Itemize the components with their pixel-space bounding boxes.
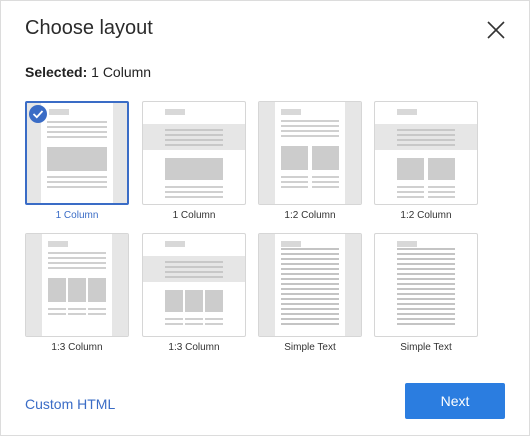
close-icon[interactable] [485,19,507,41]
layout-thumbnail[interactable] [374,101,478,205]
layout-label: Simple Text [400,342,452,353]
layout-tile-1-3-column-banded[interactable]: 1:3 Column [142,233,246,353]
layout-label: 1 Column [172,210,216,221]
layout-label: 1:2 Column [284,210,336,221]
layout-thumbnail[interactable] [25,233,129,337]
layout-label: Simple Text [284,342,336,353]
layout-thumbnail[interactable] [142,233,246,337]
choose-layout-dialog: Choose layout Selected: 1 Column 1 Colum… [0,0,530,436]
custom-html-link[interactable]: Custom HTML [25,396,115,412]
layout-tile-1-2-column-banded[interactable]: 1:2 Column [374,101,478,221]
next-button[interactable]: Next [405,383,505,419]
selected-label: Selected: [25,64,88,80]
layout-label: 1:3 Column [168,342,220,353]
layout-label: 1 Column [55,210,99,221]
layout-tile-1-2-column[interactable]: 1:2 Column [258,101,362,221]
layout-thumbnail[interactable] [258,233,362,337]
layout-tile-1-column-banded[interactable]: 1 Column [142,101,246,221]
layout-thumbnail[interactable] [374,233,478,337]
layout-thumbnail[interactable] [142,101,246,205]
dialog-title: Choose layout [25,17,153,39]
layout-tile-simple-text[interactable]: Simple Text [258,233,362,353]
layout-label: 1:2 Column [400,210,452,221]
layout-thumbnail[interactable] [258,101,362,205]
layout-label: 1:3 Column [51,342,103,353]
layout-tile-1-column[interactable]: 1 Column [25,101,129,221]
selected-value: 1 Column [91,64,152,80]
checkmark-icon [29,105,47,123]
layout-tile-1-3-column[interactable]: 1:3 Column [25,233,129,353]
layout-tile-simple-text-full[interactable]: Simple Text [374,233,478,353]
selected-layout-indicator: Selected: 1 Column [25,64,151,80]
